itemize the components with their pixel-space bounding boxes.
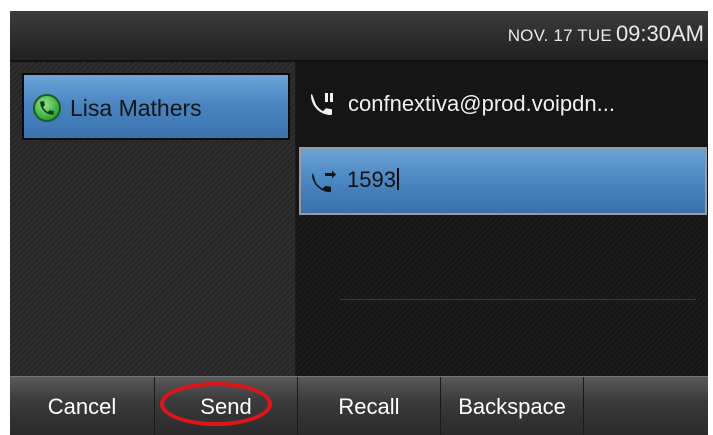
phone-transfer-icon [311,170,337,199]
phone-screen: NOV. 17 TUE 09:30AM Lisa Mathers confnext… [10,11,708,435]
call-panel: confnextiva@prod.voipdn... 1593 [296,62,708,379]
phone-hold-icon [310,92,338,123]
cancel-button[interactable]: Cancel [10,377,155,435]
date-label: NOV. 17 TUE [507,26,612,45]
text-caret [396,168,399,190]
backspace-button[interactable]: Backspace [441,377,584,435]
time-label: 09:30AM [615,21,704,46]
softkey-bar: Cancel Send Recall Backspace [10,376,708,435]
clock: NOV. 17 TUE 09:30AM [508,21,704,47]
list-divider [340,299,696,300]
recall-button[interactable]: Recall [298,377,441,435]
dial-digits: 1593 [347,167,396,192]
call-list-area [296,215,708,379]
active-call-row[interactable]: confnextiva@prod.voipdn... [296,62,708,145]
send-highlight-ring [160,382,272,426]
line-panel: Lisa Mathers [10,62,295,379]
dial-entry-row[interactable]: 1593 [299,147,707,215]
dial-input[interactable]: 1593 [347,167,399,193]
remote-party-label: confnextiva@prod.voipdn... [348,91,615,116]
phone-handset-icon [33,94,61,122]
line-key-lisa-mathers[interactable]: Lisa Mathers [22,73,290,140]
line-key-label: Lisa Mathers [70,95,202,121]
status-bar: NOV. 17 TUE 09:30AM [10,11,708,62]
